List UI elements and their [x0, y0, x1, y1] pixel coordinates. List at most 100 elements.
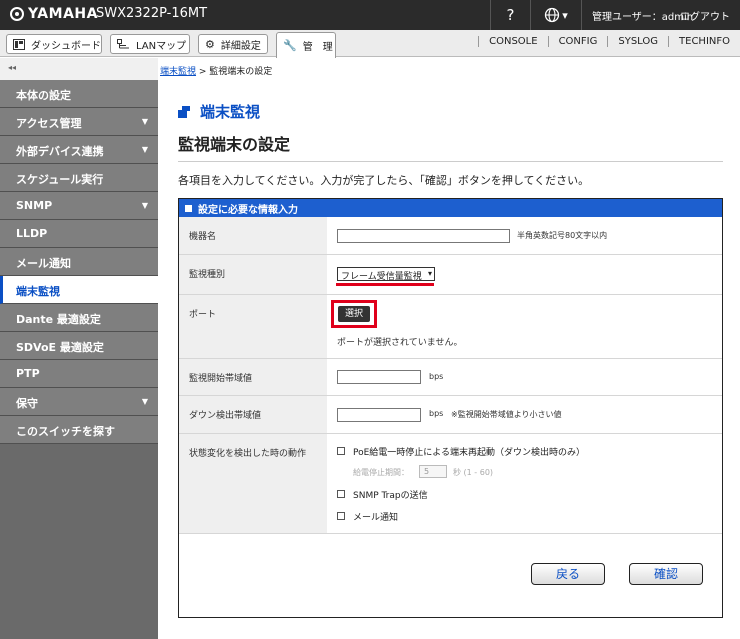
- down-threshold-hint: ※監視開始帯域値より小さい値: [451, 410, 562, 419]
- tab-advanced-settings[interactable]: ⚙ 詳細設定: [198, 34, 268, 54]
- sidebar-item-lldp[interactable]: LLDP: [0, 220, 158, 248]
- sidebar-item-ptp[interactable]: PTP: [0, 360, 158, 388]
- row-down-threshold: ダウン検出帯域値 bps ※監視開始帯域値より小さい値: [179, 396, 722, 434]
- row-device-name: 機器名 半角英数記号80文字以内: [179, 217, 722, 255]
- monitor-type-select[interactable]: フレーム受信量監視 ▾: [337, 267, 435, 282]
- sidebar: ◂◂ 本体の設定 アクセス管理 ▼ 外部デバイス連携 ▼ スケジュール実行 SNMP…: [0, 58, 158, 639]
- utility-links: CONSOLE CONFIG SYSLOG TECHINFO: [478, 36, 740, 47]
- breadcrumb: 端末監視 > 監視端末の設定: [160, 64, 272, 77]
- snmp-trap-checkbox[interactable]: [337, 490, 345, 498]
- tab-management[interactable]: 🔧 管 理: [276, 32, 336, 58]
- sidebar-item-label: 端末監視: [16, 285, 60, 298]
- sidebar-item-sdvoe[interactable]: SDVoE 最適設定: [0, 332, 158, 360]
- language-button[interactable]: ▾: [530, 0, 582, 30]
- tab-label: 詳細設定: [220, 40, 261, 52]
- down-threshold-input[interactable]: [337, 408, 421, 422]
- wrench-icon: 🔧: [283, 39, 297, 52]
- model-name: SWX2322P-16MT: [96, 6, 208, 21]
- tab-bar: ダッシュボード LANマップ ⚙ 詳細設定 🔧 管 理 CONSOLE CONF…: [0, 30, 740, 58]
- confirm-button[interactable]: 確認: [629, 563, 703, 585]
- sidebar-item-label: SDVoE 最適設定: [16, 341, 104, 354]
- sidebar-item-find-switch[interactable]: このスイッチを探す: [0, 416, 158, 444]
- tab-label: LANマップ: [136, 40, 187, 52]
- settings-panel: 設定に必要な情報入力 機器名 半角英数記号80文字以内 監視種別 フレーム受信量…: [178, 198, 723, 618]
- tab-lan-map[interactable]: LANマップ: [110, 34, 190, 54]
- down-threshold-label: ダウン検出帯域値: [179, 396, 327, 433]
- help-button[interactable]: ?: [490, 0, 530, 30]
- sidebar-item-schedule[interactable]: スケジュール実行: [0, 164, 158, 192]
- yamaha-logo: YAMAHA: [10, 6, 98, 22]
- brand-name: YAMAHA: [28, 6, 98, 22]
- console-link[interactable]: CONSOLE: [478, 36, 547, 47]
- sidebar-item-maintenance[interactable]: 保守 ▼: [0, 388, 158, 416]
- breadcrumb-current: 監視端末の設定: [209, 67, 273, 77]
- port-status: ポートが選択されていません。: [337, 338, 463, 348]
- panel-header: 設定に必要な情報入力: [179, 199, 722, 217]
- sidebar-item-label: スケジュール実行: [16, 173, 104, 186]
- snmp-trap-label: SNMP Trapの送信: [353, 491, 428, 501]
- breadcrumb-separator: >: [196, 67, 210, 77]
- help-icon: ?: [506, 6, 515, 24]
- device-name-hint: 半角英数記号80文字以内: [517, 231, 608, 240]
- sidebar-item-mail-notification[interactable]: メール通知: [0, 248, 158, 276]
- tab-dashboard[interactable]: ダッシュボード: [6, 34, 102, 54]
- config-link[interactable]: CONFIG: [547, 36, 608, 47]
- poe-restart-label: PoE給電一時停止による端末再起動（ダウン検出時のみ）: [353, 448, 586, 458]
- sidebar-item-label: Dante 最適設定: [16, 313, 101, 326]
- logout-link[interactable]: ログアウト: [680, 8, 730, 23]
- syslog-link[interactable]: SYSLOG: [607, 36, 668, 47]
- sidebar-item-device-settings[interactable]: 本体の設定: [0, 80, 158, 108]
- yamaha-logo-icon: [10, 7, 24, 21]
- top-bar: YAMAHA SWX2322P-16MT ? ▾ 管理ユーザー：admin ログ…: [0, 0, 740, 30]
- main-content: 端末監視 > 監視端末の設定 端末監視 監視端末の設定 各項目を入力してください…: [158, 58, 740, 639]
- breadcrumb-link[interactable]: 端末監視: [160, 67, 196, 77]
- sidebar-item-label: 保守: [16, 397, 38, 410]
- down-threshold-unit: bps: [429, 409, 444, 418]
- techinfo-link[interactable]: TECHINFO: [668, 36, 740, 47]
- sidebar-item-label: PTP: [16, 367, 40, 380]
- sidebar-item-dante[interactable]: Dante 最適設定: [0, 304, 158, 332]
- highlight-box: 選択: [331, 300, 377, 328]
- monitor-type-selected: フレーム受信量監視: [341, 272, 422, 282]
- section-title: 端末監視: [178, 101, 260, 122]
- sidebar-item-label: SNMP: [16, 199, 53, 212]
- sidebar-item-label: アクセス管理: [16, 117, 82, 130]
- dashboard-icon: [13, 38, 25, 50]
- chevron-down-icon: ▼: [141, 397, 148, 406]
- section-icon: [178, 105, 192, 118]
- panel-header-text: 設定に必要な情報入力: [198, 204, 298, 216]
- tab-label: 管 理: [302, 42, 333, 53]
- panel-header-icon: [185, 204, 192, 212]
- row-action: 状態変化を検出した時の動作 PoE給電一時停止による端末再起動（ダウン検出時のみ…: [179, 434, 722, 534]
- sidebar-item-label: 本体の設定: [16, 89, 71, 102]
- pause-period-unit: 秒 (1 - 60): [453, 468, 494, 477]
- mail-notification-checkbox[interactable]: [337, 512, 345, 520]
- sidebar-item-terminal-monitoring[interactable]: 端末監視: [0, 276, 158, 304]
- gear-icon: ⚙: [205, 37, 215, 51]
- pause-period-input[interactable]: 5: [419, 465, 447, 478]
- tab-label: ダッシュボード: [31, 40, 101, 52]
- sidebar-item-label: メール通知: [16, 257, 71, 270]
- chevron-down-icon: ▼: [141, 201, 148, 210]
- monitor-type-label: 監視種別: [179, 255, 327, 294]
- sidebar-item-access-management[interactable]: アクセス管理 ▼: [0, 108, 158, 136]
- row-monitor-type: 監視種別 フレーム受信量監視 ▾: [179, 255, 722, 295]
- highlight-underline: [336, 283, 434, 286]
- device-name-input[interactable]: [337, 229, 510, 243]
- row-start-threshold: 監視開始帯域値 bps: [179, 359, 722, 396]
- collapse-sidebar-button[interactable]: ◂◂: [0, 58, 158, 80]
- start-threshold-input[interactable]: [337, 370, 421, 384]
- lan-map-icon: [117, 38, 129, 48]
- mail-notification-label: メール通知: [353, 513, 399, 523]
- sidebar-item-snmp[interactable]: SNMP ▼: [0, 192, 158, 220]
- back-button[interactable]: 戻る: [531, 563, 605, 585]
- title-divider: [178, 161, 723, 162]
- page-title: 監視端末の設定: [178, 135, 291, 154]
- sidebar-item-external-device[interactable]: 外部デバイス連携 ▼: [0, 136, 158, 164]
- poe-restart-checkbox[interactable]: [337, 447, 345, 455]
- start-threshold-label: 監視開始帯域値: [179, 359, 327, 395]
- port-select-button[interactable]: 選択: [338, 306, 370, 322]
- chevron-down-icon: ▾: [562, 8, 568, 22]
- port-label: ポート: [179, 295, 327, 358]
- chevron-down-icon: ▼: [141, 145, 148, 154]
